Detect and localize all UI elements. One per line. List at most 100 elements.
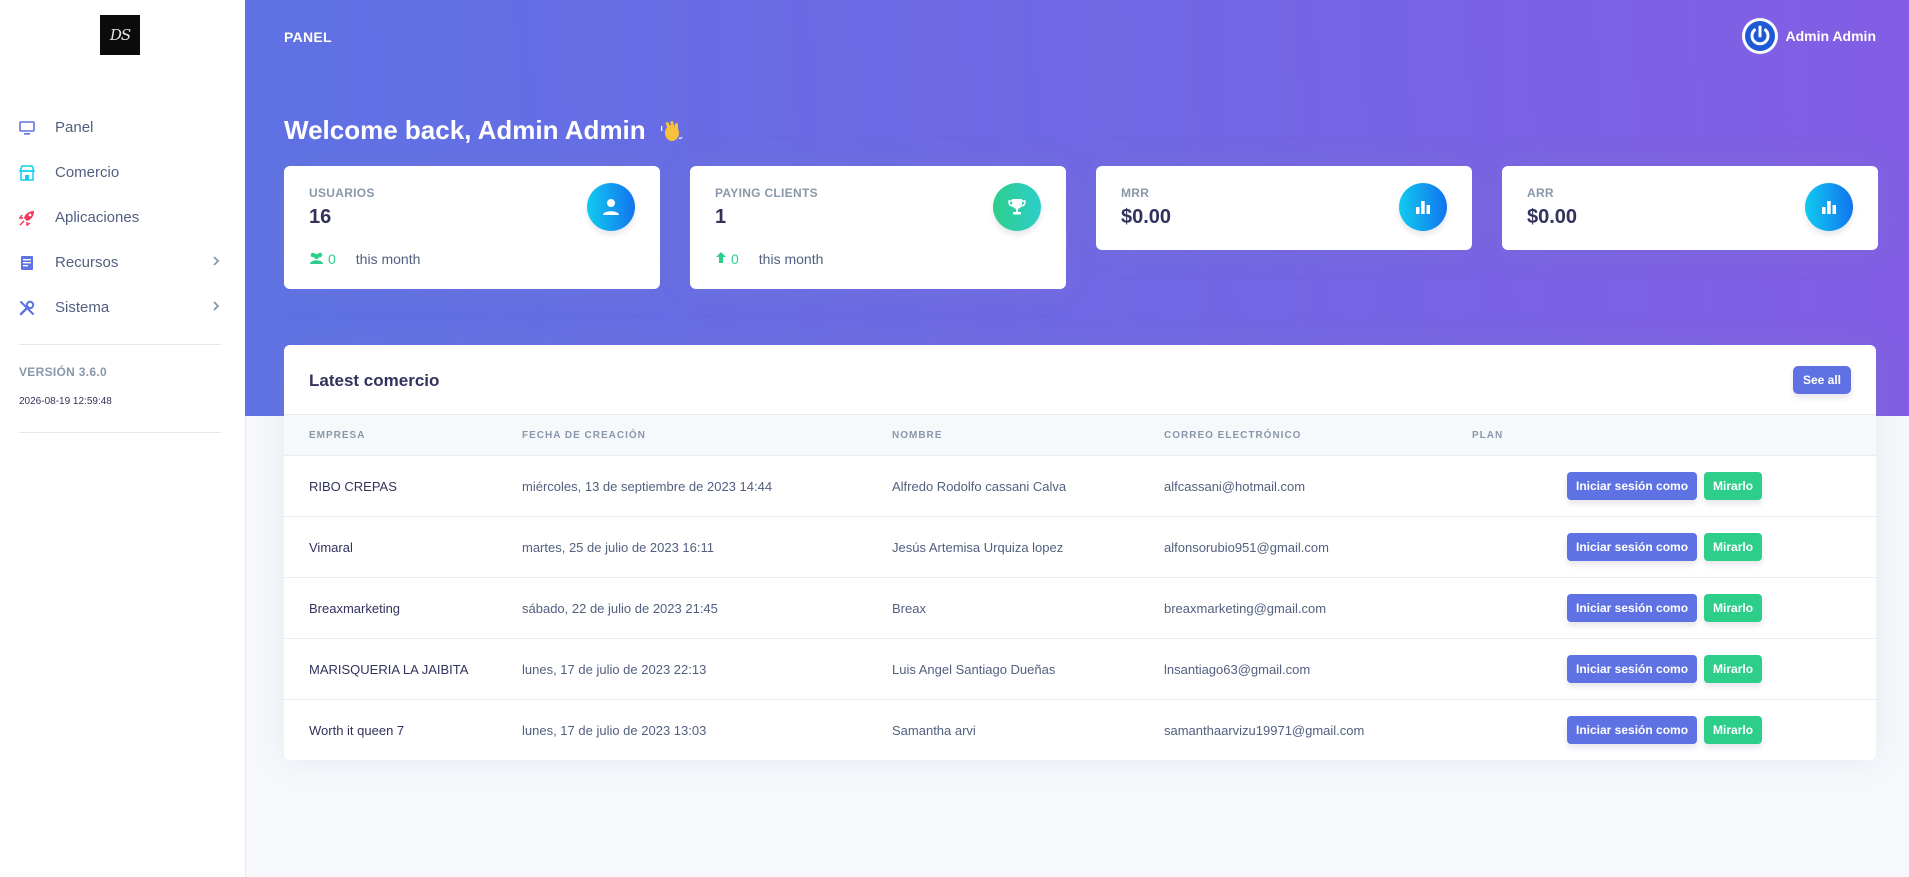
view-button[interactable]: Mirarlo xyxy=(1704,716,1763,744)
stat-period: this month xyxy=(758,251,824,267)
cell-nombre: Luis Angel Santiago Dueñas xyxy=(892,638,1164,700)
cell-fecha: sábado, 22 de julio de 2023 21:45 xyxy=(522,577,892,639)
cell-fecha: lunes, 17 de julio de 2023 22:13 xyxy=(522,638,892,700)
view-button[interactable]: Mirarlo xyxy=(1704,472,1763,500)
store-icon xyxy=(18,164,36,182)
stat-value: 16 xyxy=(309,206,332,228)
sidebar-item-sistema[interactable]: Sistema xyxy=(0,285,245,330)
sidebar: DS Panel Comercio Aplicaciones Recursos xyxy=(0,0,245,877)
cell-actions: Iniciar sesión como Mirarlo xyxy=(1567,638,1876,700)
stat-card-arr: ARR $0.00 xyxy=(1502,166,1878,250)
column-header-actions xyxy=(1567,414,1876,456)
sidebar-nav: Panel Comercio Aplicaciones Recursos Sis… xyxy=(0,105,245,330)
stat-title: ARR xyxy=(1527,186,1554,200)
stat-period: this month xyxy=(355,251,421,267)
stat-change: 0 xyxy=(731,251,739,267)
stat-title: USUARIOS xyxy=(309,186,375,200)
table-row: MARISQUERIA LA JAIBITA lunes, 17 de juli… xyxy=(284,638,1876,700)
cell-correo: breaxmarketing@gmail.com xyxy=(1164,577,1472,639)
avatar xyxy=(1741,18,1778,54)
cell-plan xyxy=(1472,516,1567,578)
login-as-button[interactable]: Iniciar sesión como xyxy=(1567,533,1698,561)
stat-footer: 0 this month xyxy=(715,251,823,267)
chevron-right-icon xyxy=(212,299,220,317)
cell-fecha: lunes, 17 de julio de 2023 13:03 xyxy=(522,699,892,760)
column-header[interactable]: CORREO ELECTRÓNICO xyxy=(1164,414,1472,456)
column-header[interactable]: FECHA DE CREACIÓN xyxy=(522,414,892,456)
welcome-text: Welcome back, Admin Admin xyxy=(284,115,646,145)
stat-card-mrr: MRR $0.00 xyxy=(1096,166,1472,250)
sidebar-item-aplicaciones[interactable]: Aplicaciones xyxy=(0,195,245,240)
table-header-row: EMPRESA FECHA DE CREACIÓN NOMBRE CORREO … xyxy=(284,414,1876,456)
app-version: VERSIÓN 3.6.0 xyxy=(19,365,107,379)
waving-hand-icon xyxy=(658,118,684,144)
stat-title: MRR xyxy=(1121,186,1150,200)
user-menu[interactable]: Admin Admin xyxy=(1741,18,1876,54)
card-title: Latest comercio xyxy=(309,371,440,390)
sidebar-item-panel[interactable]: Panel xyxy=(0,105,245,150)
rocket-icon xyxy=(18,209,36,227)
server-datetime: 2026-08-19 12:59:48 xyxy=(19,396,112,407)
view-button[interactable]: Mirarlo xyxy=(1704,533,1763,561)
tools-icon xyxy=(18,299,36,317)
column-header[interactable]: NOMBRE xyxy=(892,414,1164,456)
sidebar-divider xyxy=(19,432,221,433)
login-as-button[interactable]: Iniciar sesión como xyxy=(1567,594,1698,622)
cell-empresa: Vimaral xyxy=(284,516,522,578)
see-all-button[interactable]: See all xyxy=(1792,366,1851,394)
cell-nombre: Alfredo Rodolfo cassani Calva xyxy=(892,455,1164,517)
stat-value: 1 xyxy=(715,206,727,228)
arrow-up-icon xyxy=(715,251,727,267)
cell-empresa: Breaxmarketing xyxy=(284,577,522,639)
sidebar-item-label: Sistema xyxy=(55,299,110,316)
cell-plan xyxy=(1472,577,1567,639)
stat-title: PAYING CLIENTS xyxy=(715,186,818,200)
stat-footer: 0 this month xyxy=(309,251,420,267)
sidebar-item-label: Aplicaciones xyxy=(55,209,140,226)
login-as-button[interactable]: Iniciar sesión como xyxy=(1567,472,1698,500)
sidebar-item-label: Panel xyxy=(55,119,94,136)
stat-card-paying-clients: PAYING CLIENTS 1 0 this month xyxy=(690,166,1066,289)
monitor-icon xyxy=(18,119,36,137)
brand-logo[interactable]: DS xyxy=(100,15,140,55)
sidebar-item-comercio[interactable]: Comercio xyxy=(0,150,245,195)
welcome-heading: Welcome back, Admin Admin xyxy=(284,115,684,146)
stat-card-usuarios: USUARIOS 16 0 this month xyxy=(284,166,660,289)
column-header[interactable]: EMPRESA xyxy=(284,414,522,456)
table-row: Vimaral martes, 25 de julio de 2023 16:1… xyxy=(284,516,1876,578)
table-row: Breaxmarketing sábado, 22 de julio de 20… xyxy=(284,577,1876,639)
sidebar-item-recursos[interactable]: Recursos xyxy=(0,240,245,285)
users-icon xyxy=(309,251,324,267)
table-row: RIBO CREPAS miércoles, 13 de septiembre … xyxy=(284,455,1876,517)
bar-chart-icon xyxy=(1805,183,1853,231)
logo-text: DS xyxy=(109,26,131,44)
view-button[interactable]: Mirarlo xyxy=(1704,655,1763,683)
cell-correo: alfonsorubio951@gmail.com xyxy=(1164,516,1472,578)
page-title: PANEL xyxy=(284,29,332,45)
cell-correo: samanthaarvizu19971@gmail.com xyxy=(1164,699,1472,760)
stat-change: 0 xyxy=(328,251,336,267)
login-as-button[interactable]: Iniciar sesión como xyxy=(1567,716,1698,744)
sidebar-item-label: Recursos xyxy=(55,254,119,271)
comercio-table: EMPRESA FECHA DE CREACIÓN NOMBRE CORREO … xyxy=(284,414,1876,760)
cell-correo: lnsantiago63@gmail.com xyxy=(1164,638,1472,700)
cell-plan xyxy=(1472,699,1567,760)
document-icon xyxy=(18,254,36,272)
trophy-icon xyxy=(993,183,1041,231)
sidebar-divider xyxy=(19,344,221,345)
login-as-button[interactable]: Iniciar sesión como xyxy=(1567,655,1698,683)
cell-actions: Iniciar sesión como Mirarlo xyxy=(1567,455,1876,517)
power-logo-icon xyxy=(1744,21,1775,51)
cell-plan xyxy=(1472,638,1567,700)
user-name: Admin Admin xyxy=(1785,28,1876,44)
cell-empresa: RIBO CREPAS xyxy=(284,455,522,517)
cell-empresa: Worth it queen 7 xyxy=(284,699,522,760)
column-header[interactable]: PLAN xyxy=(1472,414,1567,456)
cell-fecha: miércoles, 13 de septiembre de 2023 14:4… xyxy=(522,455,892,517)
cell-nombre: Jesús Artemisa Urquiza lopez xyxy=(892,516,1164,578)
bar-chart-icon xyxy=(1399,183,1447,231)
cell-actions: Iniciar sesión como Mirarlo xyxy=(1567,699,1876,760)
cell-actions: Iniciar sesión como Mirarlo xyxy=(1567,516,1876,578)
view-button[interactable]: Mirarlo xyxy=(1704,594,1763,622)
table-row: Worth it queen 7 lunes, 17 de julio de 2… xyxy=(284,699,1876,760)
